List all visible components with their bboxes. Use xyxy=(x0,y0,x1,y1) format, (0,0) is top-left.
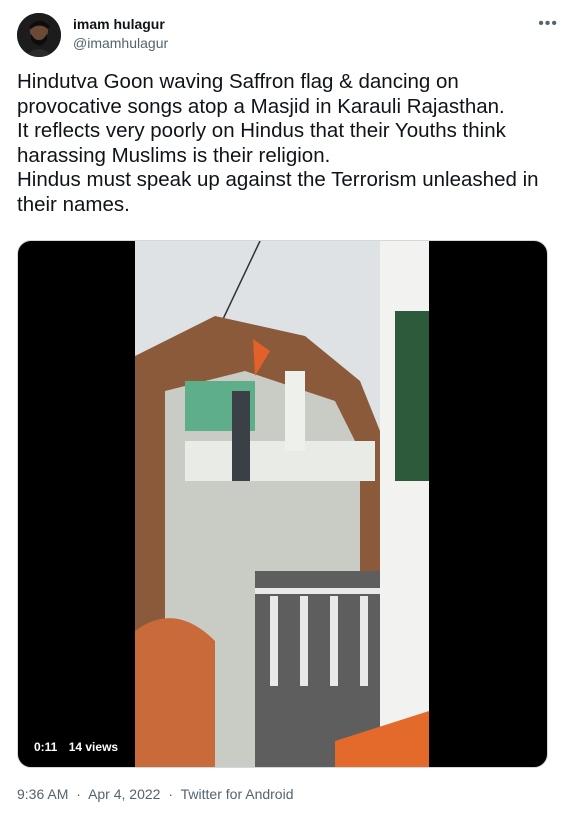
tweet-time[interactable]: 9:36 AM xyxy=(17,786,68,802)
tweet-header: imam hulagur @imamhulagur ••• xyxy=(17,13,562,57)
tweet-source: Twitter for Android xyxy=(180,786,294,802)
author-name[interactable]: imam hulagur xyxy=(73,16,165,32)
ellipsis-icon[interactable]: ••• xyxy=(538,15,558,33)
video-player[interactable]: 0:11 14 views xyxy=(17,240,548,768)
meta-separator: · xyxy=(76,786,81,802)
avatar[interactable] xyxy=(17,13,61,57)
video-duration: 0:11 xyxy=(34,740,58,754)
meta-separator: · xyxy=(168,786,174,802)
author-handle[interactable]: @imamhulagur xyxy=(73,35,168,51)
video-views: 14 views xyxy=(68,740,119,754)
video-frame xyxy=(135,241,429,767)
tweet-text: Hindutva Goon waving Saffron flag & danc… xyxy=(17,70,539,216)
tweet-meta: 9:36 AM · Apr 4, 2022 · Twitter for Andr… xyxy=(17,786,297,802)
tweet-date[interactable]: Apr 4, 2022 xyxy=(88,786,160,802)
video-stats: 0:11 14 views xyxy=(30,739,131,755)
